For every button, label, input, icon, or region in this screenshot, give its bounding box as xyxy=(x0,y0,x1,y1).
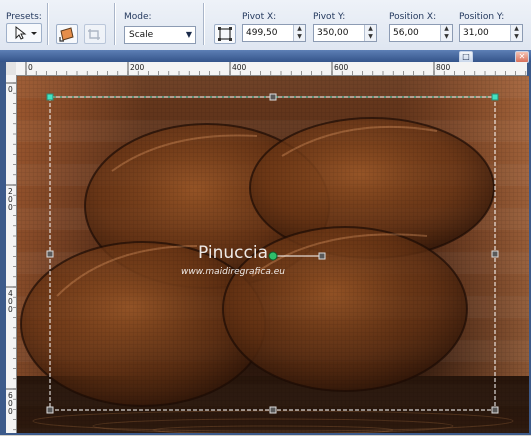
horizontal-ruler-scale: 0 200 400 600 800 xyxy=(25,62,527,75)
ruler-label: 400 xyxy=(232,63,247,72)
pivot-x-spinner[interactable]: ▲ ▼ xyxy=(293,25,305,41)
position-y-spinner[interactable]: ▲ ▼ xyxy=(510,25,522,41)
watermark-title: Pinuccia xyxy=(198,243,268,263)
close-icon: ✕ xyxy=(518,52,526,61)
watermark-url: www.maidiregrafica.eu xyxy=(181,267,285,277)
perspective-button[interactable] xyxy=(214,24,236,44)
ruler-label: 0 xyxy=(8,305,13,314)
handle-top-right[interactable] xyxy=(491,93,499,101)
presets-label: Presets: xyxy=(6,12,42,22)
ruler-label: 200 xyxy=(130,63,145,72)
rotation-handle[interactable] xyxy=(318,252,326,260)
position-x-value: 56,00 xyxy=(393,28,419,38)
image-artwork: Pinuccia www.maidiregrafica.eu xyxy=(17,76,529,433)
mode-label: Mode: xyxy=(124,12,152,22)
ruler-label: 0 xyxy=(8,85,13,94)
position-x-label: Position X: xyxy=(389,12,437,22)
presets-dropdown[interactable] xyxy=(6,23,42,43)
position-y-value: 31,00 xyxy=(463,28,489,38)
ruler-label: 0 xyxy=(8,407,13,416)
position-y-input[interactable]: 31,00 ▲ ▼ xyxy=(459,24,523,42)
vertical-ruler: 0200400600 xyxy=(6,75,17,433)
handle-bottom-right[interactable] xyxy=(491,406,499,414)
pivot-x-value: 499,50 xyxy=(246,28,278,38)
handle-bottom-left[interactable] xyxy=(46,406,54,414)
mode-value: Scale xyxy=(129,30,154,40)
reset-shape-icon xyxy=(59,27,74,42)
handle-bottom-middle[interactable] xyxy=(269,406,277,414)
window-titlebar[interactable]: □ ✕ xyxy=(0,50,531,63)
position-y-label: Position Y: xyxy=(459,12,505,22)
position-x-input[interactable]: 56,00 ▲ ▼ xyxy=(389,24,453,42)
ruler-label: 0 xyxy=(28,63,33,72)
handle-right-middle[interactable] xyxy=(491,250,499,258)
pointer-arrow-icon xyxy=(15,25,37,40)
pivot-x-label: Pivot X: xyxy=(242,12,277,22)
tool-options-toolbar: Presets: Mode: Scale ▼ Pivot X: 499,50 ▲… xyxy=(0,0,531,51)
chevron-down-icon: ▼ xyxy=(185,30,192,39)
handle-top-middle[interactable] xyxy=(269,93,277,101)
pivot-x-input[interactable]: 499,50 ▲ ▼ xyxy=(242,24,306,42)
apply-button[interactable] xyxy=(84,24,106,44)
pivot-y-spinner[interactable]: ▲ ▼ xyxy=(364,25,376,41)
horizontal-ruler: 0 200 400 600 800 xyxy=(16,62,527,76)
ruler-label: 600 xyxy=(334,63,349,72)
handle-left-middle[interactable] xyxy=(46,250,54,258)
pick-tool-icon xyxy=(218,27,232,41)
image-window: □ ✕ 0 200 400 600 800 0 200 400 600 Pinucci… xyxy=(0,50,531,435)
crop-icon xyxy=(88,29,100,40)
maximize-icon: □ xyxy=(462,52,470,61)
vertical-ruler-scale: 0200400600 xyxy=(6,82,16,431)
mode-select[interactable]: Scale ▼ xyxy=(124,26,196,44)
ruler-label: 0 xyxy=(8,203,13,212)
image-canvas[interactable]: Pinuccia www.maidiregrafica.eu xyxy=(17,76,529,433)
reset-rectangle-button[interactable] xyxy=(56,24,78,44)
pivot-point-icon[interactable] xyxy=(268,251,278,261)
pivot-y-label: Pivot Y: xyxy=(313,12,346,22)
position-x-spinner[interactable]: ▲ ▼ xyxy=(440,25,452,41)
pivot-y-value: 350,00 xyxy=(317,28,349,38)
pivot-y-input[interactable]: 350,00 ▲ ▼ xyxy=(313,24,377,42)
ruler-label: 800 xyxy=(436,63,451,72)
handle-top-left[interactable] xyxy=(46,93,54,101)
ruler-corner xyxy=(6,62,16,75)
